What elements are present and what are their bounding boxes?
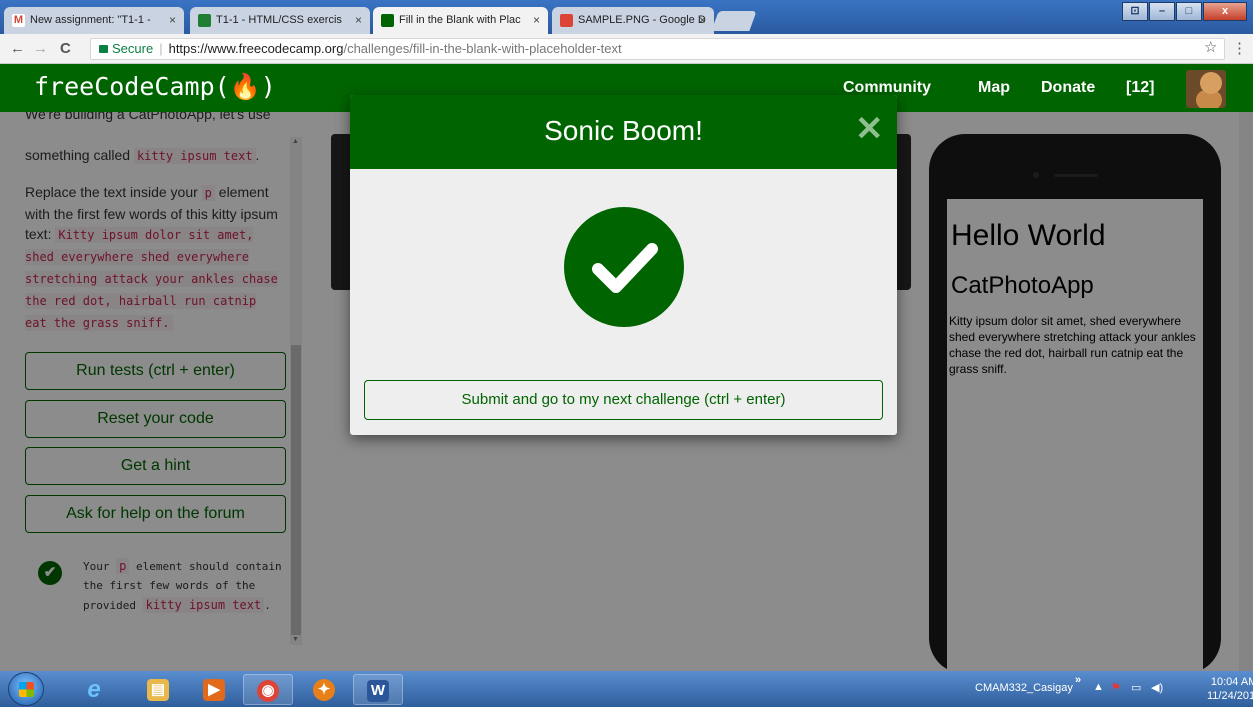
tab-gmail[interactable]: M New assignment: "T1-1 - × <box>4 7 184 34</box>
success-check-icon <box>564 207 684 327</box>
gmail-icon: M <box>12 14 25 27</box>
forward-arrow-icon[interactable]: → <box>33 40 48 57</box>
volume-icon[interactable]: ◀) <box>1151 681 1163 694</box>
window-maximize-button[interactable]: □ <box>1176 2 1202 21</box>
window-controls: ⊡ – □ x <box>1121 2 1247 22</box>
close-icon[interactable]: ✕ <box>855 109 884 149</box>
browser-menu-icon[interactable]: ⋮ <box>1232 39 1247 57</box>
tab-label: SAMPLE.PNG - Google D <box>578 14 706 26</box>
tab-classroom[interactable]: T1-1 - HTML/CSS exercis × <box>190 7 370 34</box>
internet-explorer-icon: e <box>87 676 101 703</box>
lock-icon <box>99 45 108 53</box>
modal-header: Sonic Boom! ✕ <box>350 95 897 169</box>
new-tab-button[interactable] <box>711 11 757 31</box>
freecodecamp-icon <box>381 14 394 27</box>
clock-date: 11/24/2017 <box>1207 690 1253 702</box>
windows-taskbar: e ▤ ▶ ◉ ✦ W CMAM332_Casigay » ▲ ⚑ ▭ ◀) 1… <box>0 671 1253 707</box>
file-explorer-icon: ▤ <box>147 679 169 701</box>
window-close-button[interactable]: x <box>1203 2 1247 21</box>
browser-toolbar: ← → C Secure | https://www.freecodecamp.or… <box>0 34 1253 64</box>
tab-freecodecamp[interactable]: Fill in the Blank with Plac × <box>373 7 548 34</box>
modal-title: Sonic Boom! <box>544 115 703 146</box>
tab-close-icon[interactable]: × <box>699 13 706 27</box>
taskbar-explorer[interactable]: ▤ <box>134 674 184 705</box>
tab-label: T1-1 - HTML/CSS exercis <box>216 14 342 26</box>
nav-donate[interactable]: Donate <box>1041 79 1095 97</box>
secure-label: Secure <box>112 41 154 56</box>
taskbar-chrome[interactable]: ◉ <box>243 674 293 705</box>
points-badge: [12] <box>1126 79 1155 96</box>
media-player-icon: ▶ <box>203 679 225 701</box>
freecodecamp-logo[interactable]: freeCodeCamp(🔥) <box>34 72 276 102</box>
classroom-icon <box>198 14 211 27</box>
tab-google-drive[interactable]: SAMPLE.PNG - Google D × <box>552 7 714 34</box>
image-file-icon <box>560 14 573 27</box>
submit-next-challenge-button[interactable]: Submit and go to my next challenge (ctrl… <box>364 380 883 420</box>
tab-close-icon[interactable]: × <box>169 13 176 27</box>
browser-tabstrip: M New assignment: "T1-1 - × T1-1 - HTML/… <box>0 0 1253 34</box>
nav-map[interactable]: Map <box>978 79 1010 97</box>
success-modal: Sonic Boom! ✕ Submit and go to my next c… <box>350 95 897 435</box>
start-button[interactable] <box>8 672 44 706</box>
avatar[interactable] <box>1186 70 1226 108</box>
windows-logo-icon <box>19 682 34 697</box>
network-icon[interactable]: ▭ <box>1131 681 1141 694</box>
taskbar-media-player[interactable]: ▶ <box>190 674 240 705</box>
screen: M New assignment: "T1-1 - × T1-1 - HTML/… <box>0 0 1253 707</box>
tab-label: New assignment: "T1-1 - <box>30 14 151 26</box>
url-host: https://www.freecodecamp.org <box>168 41 344 56</box>
window-restore-button[interactable]: ⊡ <box>1122 2 1148 21</box>
bookmark-star-icon[interactable]: ☆ <box>1204 38 1217 56</box>
action-center-flag-icon[interactable]: ⚑ <box>1111 681 1121 694</box>
clock[interactable]: 10:04 AM 11/24/2017 <box>1207 675 1253 703</box>
tab-close-icon[interactable]: × <box>355 13 362 27</box>
window-minimize-button[interactable]: – <box>1149 2 1175 21</box>
chrome-icon: ◉ <box>257 680 279 702</box>
word-icon: W <box>367 680 389 702</box>
system-tray: CMAM332_Casigay » ▲ ⚑ ▭ ◀) 10:04 AM 11/2… <box>967 671 1253 707</box>
tab-close-icon[interactable]: × <box>533 13 540 27</box>
clock-time: 10:04 AM <box>1210 676 1253 688</box>
reload-icon[interactable]: C <box>60 40 71 57</box>
tray-user-label[interactable]: CMAM332_Casigay <box>975 682 1073 694</box>
taskbar-word[interactable]: W <box>353 674 403 705</box>
firefox-icon: ✦ <box>313 679 335 701</box>
address-bar[interactable]: Secure | https://www.freecodecamp.org/chal… <box>90 38 1225 60</box>
tray-overflow-icon[interactable]: » <box>1075 674 1081 686</box>
taskbar-ie[interactable]: e <box>70 674 120 705</box>
url-path: /challenges/fill-in-the-blank-with-place… <box>343 41 622 56</box>
tab-label: Fill in the Blank with Plac <box>399 14 521 26</box>
show-hidden-icons-icon[interactable]: ▲ <box>1093 681 1104 693</box>
back-arrow-icon[interactable]: ← <box>10 40 25 57</box>
taskbar-firefox[interactable]: ✦ <box>300 674 350 705</box>
